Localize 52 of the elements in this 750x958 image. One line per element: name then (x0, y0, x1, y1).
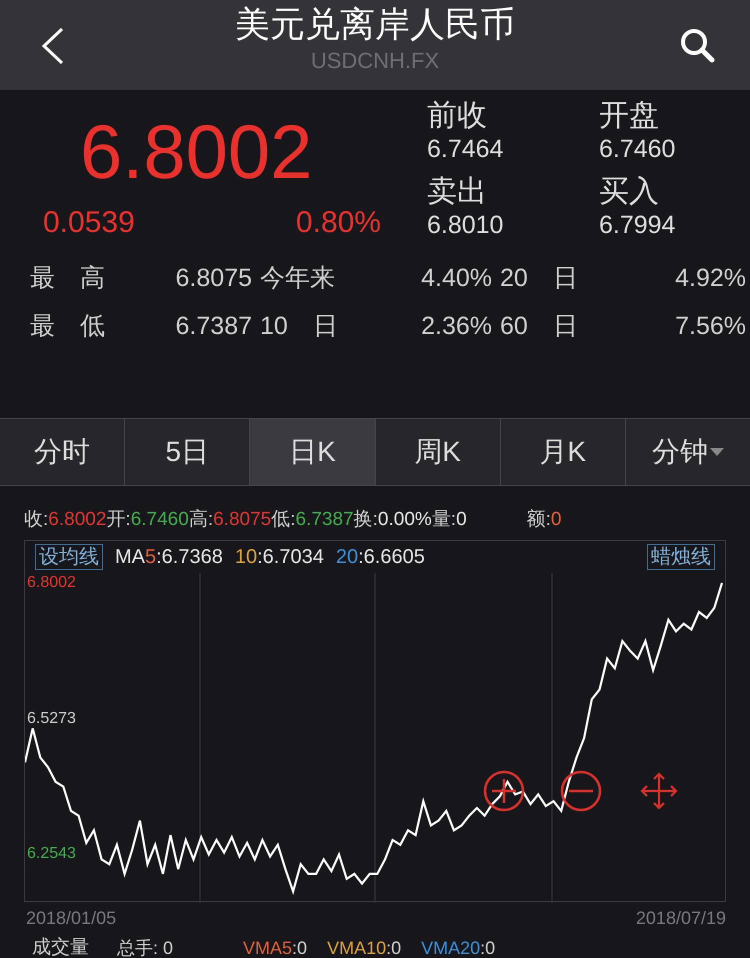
quote-label: 卖出 (427, 174, 488, 210)
total-volume: 总手: 0 (117, 936, 174, 958)
axis-label: 6.8002 (27, 574, 76, 592)
stat-value: 4.40% (420, 263, 493, 294)
quote-field: 收:6.8002 (24, 506, 106, 534)
stat-label: 10 日 (260, 311, 339, 342)
quote-field: 换:0.00% (354, 506, 432, 534)
period-tab[interactable]: 日K (249, 419, 375, 485)
stat-label: 最 高 (30, 263, 106, 294)
vma-value: VMA20:0 (421, 936, 496, 958)
stat-value: 4.92% (674, 263, 747, 294)
axis-label: 6.2543 (27, 845, 76, 864)
stat-value: 6.7387 (174, 311, 253, 342)
quote-field: 低:6.7387 (271, 506, 354, 534)
zoom-out-icon[interactable] (560, 770, 602, 812)
candlestick-button[interactable]: 蜡烛线 (647, 544, 715, 570)
stat-label: 60 日 (500, 311, 579, 342)
stat-label: 今年来 (260, 263, 336, 294)
zoom-in-icon[interactable] (484, 770, 524, 812)
current-price: 6.8002 (80, 110, 314, 196)
ma-value: MA5:6.7368 (115, 545, 223, 570)
stat-label: 最 低 (30, 311, 106, 342)
quote-value: 6.7994 (599, 210, 676, 240)
quote-value: 6.8010 (427, 210, 504, 240)
start-date: 2018/01/05 (26, 907, 116, 930)
vma-value: VMA10:0 (327, 936, 402, 958)
quote-label: 开盘 (599, 98, 660, 134)
axis-label: 6.5273 (27, 710, 76, 728)
quote-label: 买入 (599, 174, 660, 210)
ma-value: 20:6.6605 (336, 545, 425, 570)
vma-value: VMA5:0 (243, 936, 308, 958)
quote-value: 6.7460 (599, 134, 676, 164)
quote-field: 量:0 (432, 506, 467, 534)
symbol-code: USDCNH.FX (310, 47, 440, 75)
window-title: 美元兑离岸人民币 (235, 4, 515, 46)
ma-value: 10:6.7034 (234, 545, 324, 570)
volume-title: 成交量 (32, 936, 89, 958)
stat-label: 20 日 (500, 263, 579, 294)
stat-value: 7.56% (674, 311, 747, 342)
ma-settings-button[interactable]: 设均线 (35, 544, 103, 570)
quote-value: 6.7464 (427, 134, 504, 164)
quote-label: 前收 (427, 98, 488, 134)
stat-value: 2.36% (420, 311, 493, 342)
quote-field: 额:0 (526, 506, 562, 534)
move-arrows-icon[interactable] (640, 772, 678, 810)
change-value: 0.0539 (43, 205, 135, 241)
end-date: 2018/07/19 (636, 907, 726, 930)
stat-value: 6.8075 (174, 263, 253, 294)
quote-field: 高:6.8075 (188, 506, 272, 534)
change-percent: 0.80% (296, 205, 381, 241)
quote-field: 开:6.7460 (106, 506, 189, 534)
search-button[interactable] (678, 26, 716, 64)
